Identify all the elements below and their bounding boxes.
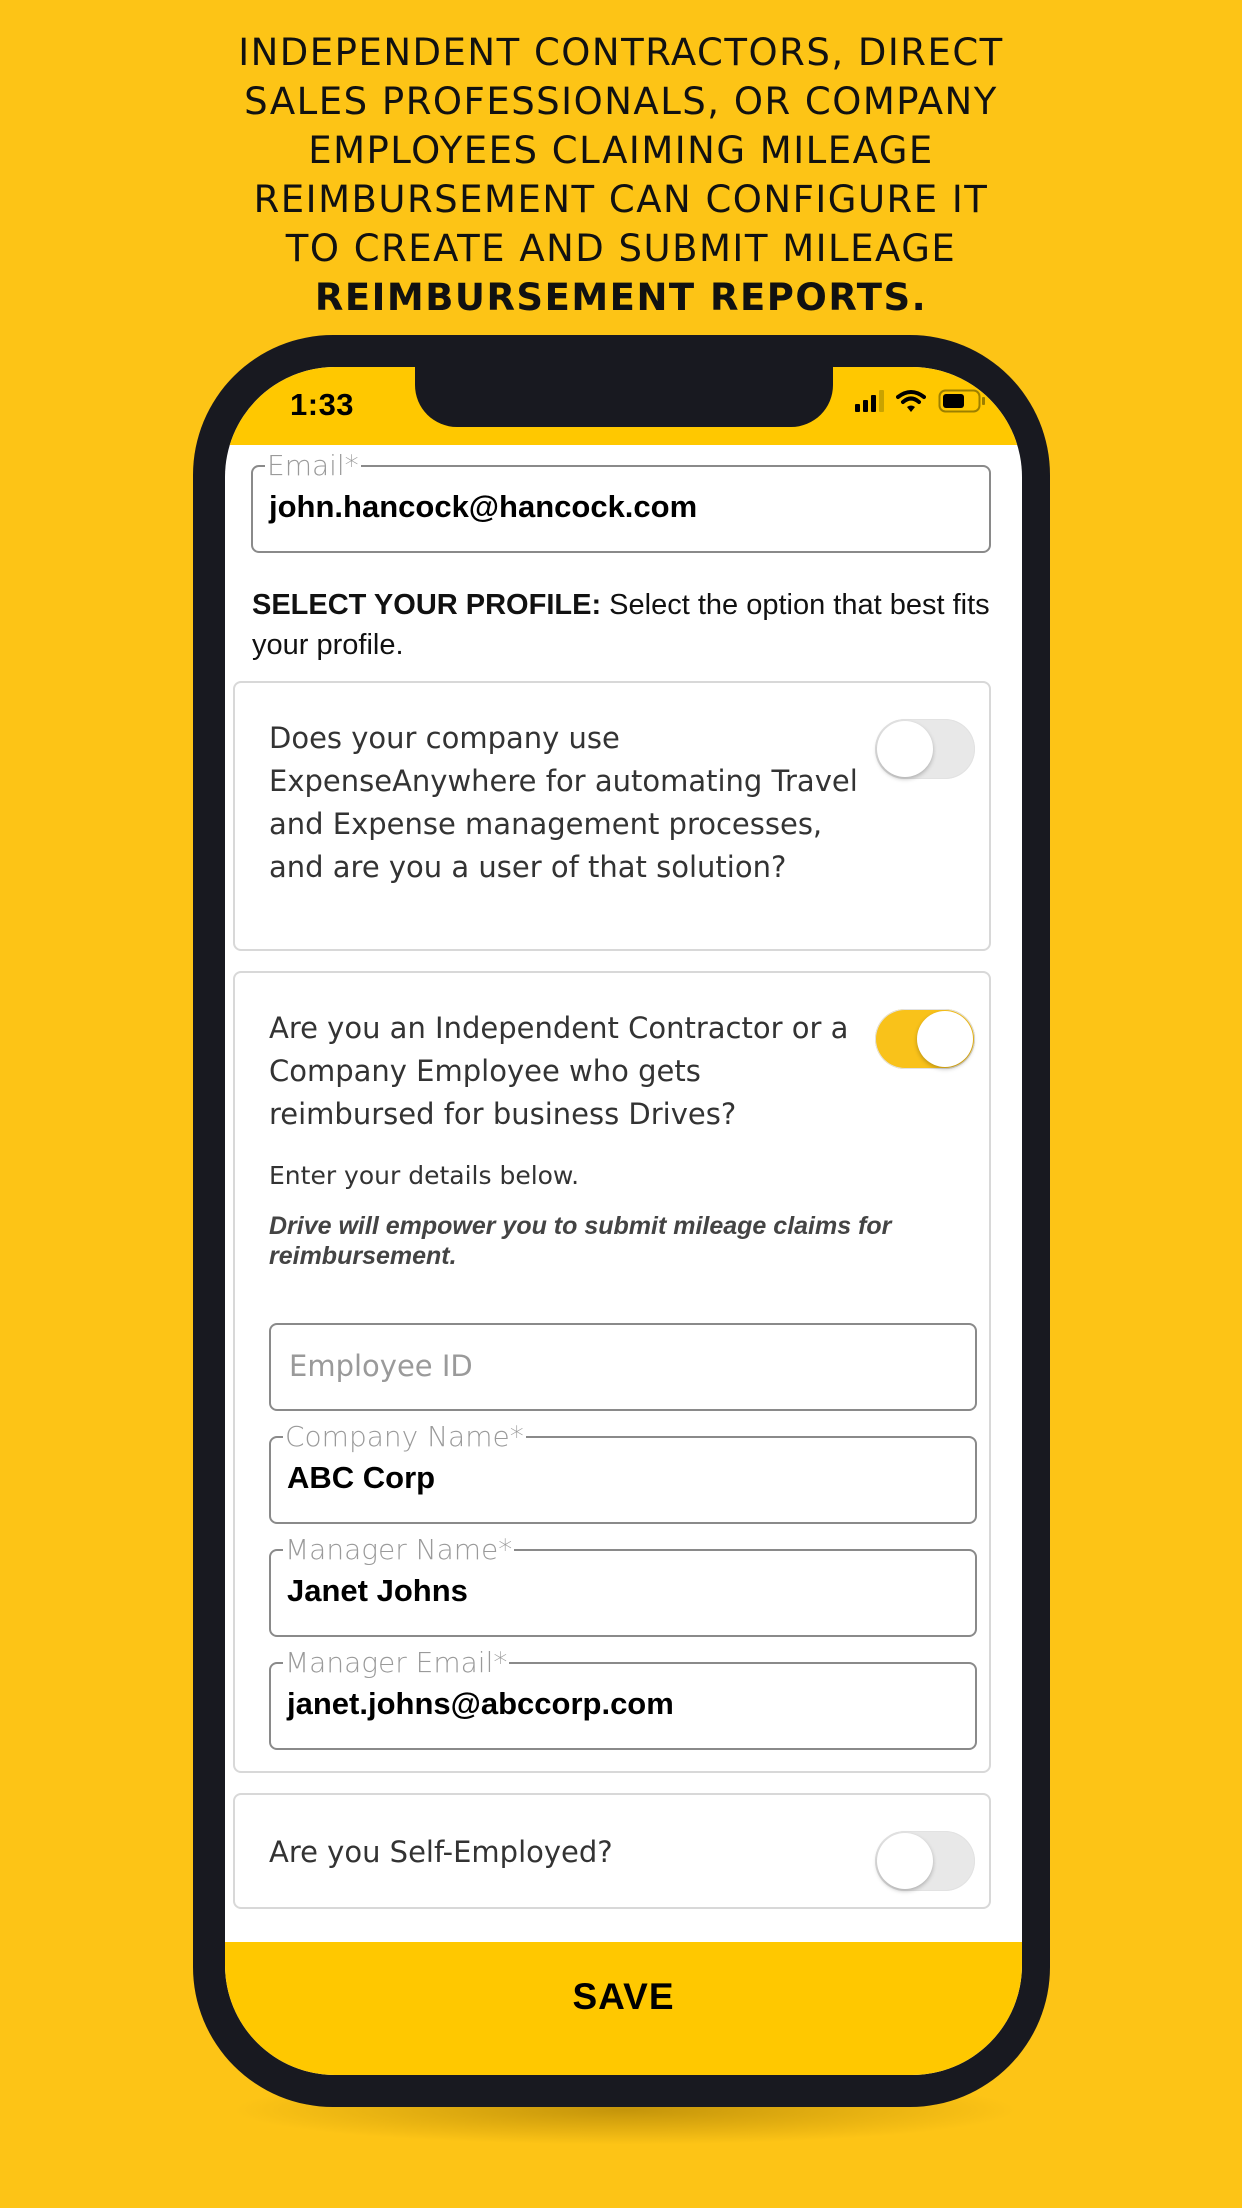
toggle-knob: [877, 721, 933, 777]
headline-bold-line: REIMBURSEMENT REPORTS.: [314, 276, 928, 319]
toggle-knob: [877, 1833, 933, 1889]
email-field[interactable]: Email* john.hancock@hancock.com: [251, 451, 991, 553]
headline-line: TO CREATE AND SUBMIT MILEAGE: [285, 227, 957, 270]
drive-note: Drive will empower you to submit mileage…: [269, 1212, 892, 1270]
battery-icon: [938, 389, 985, 413]
headline-line: INDEPENDENT CONTRACTORS, DIRECT: [238, 31, 1004, 74]
status-bar: 1:33: [225, 367, 1022, 445]
self-employed-toggle[interactable]: [875, 1831, 975, 1891]
headline-line: REIMBURSEMENT CAN CONFIGURE IT: [253, 178, 989, 221]
company-name-value: ABC Corp: [287, 1460, 436, 1495]
manager-email-value: janet.johns@abccorp.com: [287, 1686, 674, 1721]
save-button[interactable]: SAVE: [225, 1942, 1022, 2075]
email-field-value: john.hancock@hancock.com: [269, 489, 698, 524]
status-icons: [855, 389, 986, 413]
employee-id-field[interactable]: Employee ID: [269, 1323, 977, 1411]
wifi-icon: [896, 390, 926, 412]
option-card-self-employed: Are you Self-Employed?: [233, 1793, 991, 1909]
signal-icon: [855, 390, 884, 412]
option-question: Are you an Independent Contractor or a C…: [269, 1011, 849, 1131]
notch: [415, 367, 833, 427]
manager-name-value: Janet Johns: [287, 1573, 468, 1608]
toggle-knob: [917, 1011, 973, 1067]
contractor-employee-toggle[interactable]: [875, 1009, 975, 1069]
manager-email-label: Manager Email*: [283, 1646, 510, 1679]
manager-name-label: Manager Name*: [283, 1533, 515, 1566]
company-name-label: Company Name*: [283, 1420, 526, 1453]
phone-frame: 1:33 Email* john.hancock@hancock.com SEL…: [193, 335, 1050, 2107]
manager-name-field[interactable]: Manager Name* Janet Johns: [269, 1535, 977, 1637]
marketing-headline: INDEPENDENT CONTRACTORS, DIRECT SALES PR…: [150, 28, 1092, 322]
option-card-contractor-employee: Are you an Independent Contractor or a C…: [233, 971, 991, 1773]
save-button-label: SAVE: [572, 1976, 675, 2017]
profile-heading-bold: SELECT YOUR PROFILE:: [252, 589, 602, 621]
profile-heading: SELECT YOUR PROFILE: Select the option t…: [252, 585, 992, 665]
status-time: 1:33: [290, 387, 355, 422]
phone-screen: 1:33 Email* john.hancock@hancock.com SEL…: [225, 367, 1022, 2075]
employee-id-placeholder: Employee ID: [289, 1349, 473, 1383]
company-name-field[interactable]: Company Name* ABC Corp: [269, 1422, 977, 1524]
headline-line: EMPLOYEES CLAIMING MILEAGE: [308, 129, 934, 172]
option-question: Are you Self-Employed?: [269, 1835, 613, 1869]
manager-email-field[interactable]: Manager Email* janet.johns@abccorp.com: [269, 1648, 977, 1750]
headline-line: SALES PROFESSIONALS, OR COMPANY: [244, 80, 998, 123]
option-card-expenseanywhere: Does your company use ExpenseAnywhere fo…: [233, 681, 991, 951]
expenseanywhere-toggle[interactable]: [875, 719, 975, 779]
email-field-label: Email*: [265, 449, 361, 482]
details-subtext: Enter your details below.: [269, 1161, 580, 1190]
option-question: Does your company use ExpenseAnywhere fo…: [269, 721, 858, 884]
